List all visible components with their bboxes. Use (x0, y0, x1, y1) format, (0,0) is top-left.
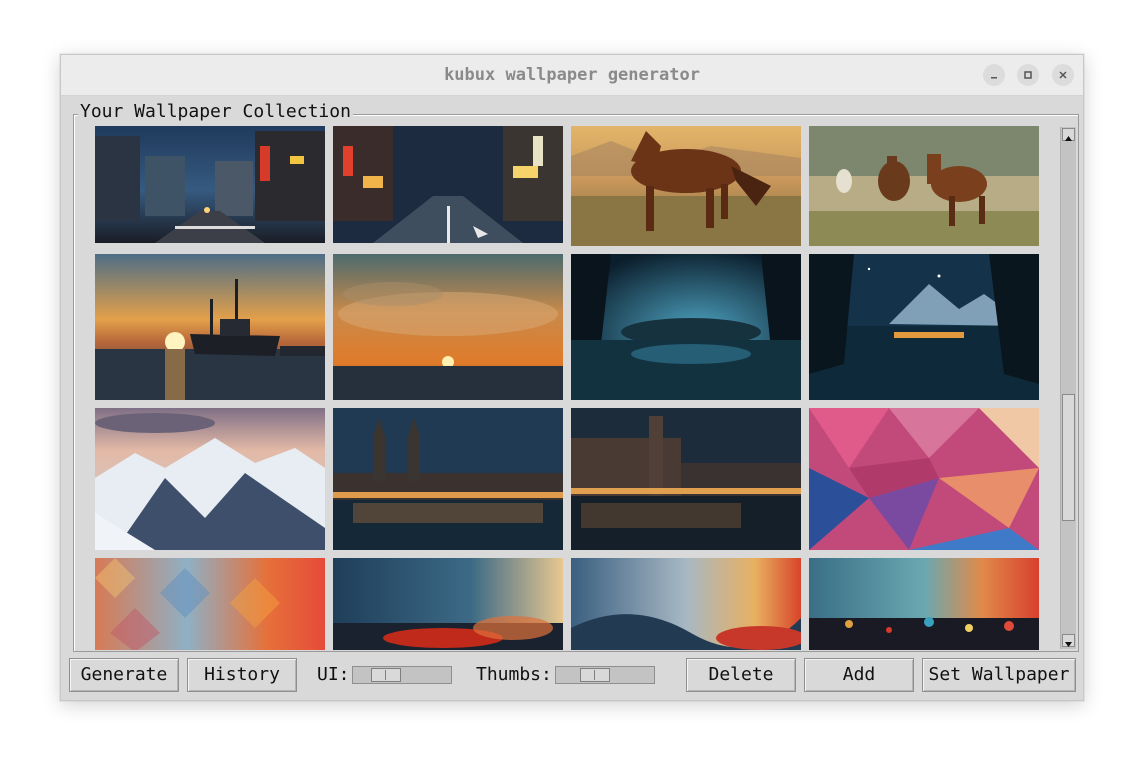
thumbnail-canal-city-night[interactable] (571, 408, 801, 550)
thumbnail-abstract-paint-warm[interactable] (571, 558, 801, 650)
set-wallpaper-button[interactable]: Set Wallpaper (922, 658, 1076, 692)
scrollbar-thumb[interactable] (1062, 394, 1075, 521)
arrow-up-icon (1065, 136, 1072, 141)
thumbnail-polygon-abstract[interactable] (809, 408, 1039, 550)
delete-button[interactable]: Delete (686, 658, 796, 692)
close-icon (1059, 71, 1067, 79)
thumbnail-geometric-pattern[interactable] (95, 558, 325, 650)
thumbnail-cloudy-sunset-sea[interactable] (333, 254, 563, 400)
arrow-down-icon (1065, 642, 1072, 647)
thumbnail-horses-galloping[interactable] (809, 126, 1039, 246)
minimize-icon (991, 77, 997, 79)
minimize-button[interactable] (983, 64, 1005, 86)
gallery-scrollbar[interactable] (1060, 127, 1076, 649)
thumbnail-night-lake-forest-1[interactable] (571, 254, 801, 400)
add-button[interactable]: Add (804, 658, 914, 692)
thumbnail-city-street-night-2[interactable] (333, 126, 563, 243)
thumbnail-city-street-night-1[interactable] (95, 126, 325, 243)
thumbnail-horse-running-sunset[interactable] (571, 126, 801, 246)
collection-label: Your Wallpaper Collection (78, 100, 353, 124)
wallpaper-gallery (95, 126, 1041, 650)
thumbs-size-slider[interactable] (555, 666, 655, 684)
maximize-button[interactable] (1017, 64, 1039, 86)
app-window: kubux wallpaper generator Your Wallpaper… (60, 54, 1084, 701)
scroll-up-button[interactable] (1062, 128, 1075, 141)
close-button[interactable] (1052, 64, 1074, 86)
thumbnail-snowy-mountains[interactable] (95, 408, 325, 550)
ui-scale-label: UI: (317, 664, 350, 685)
thumbs-size-slider-handle[interactable] (580, 668, 610, 682)
thumbnail-night-lake-mountains[interactable] (809, 254, 1039, 400)
generate-button[interactable]: Generate (69, 658, 179, 692)
scroll-down-button[interactable] (1062, 634, 1075, 647)
maximize-icon (1024, 71, 1032, 79)
thumbs-size-label: Thumbs: (476, 664, 552, 685)
thumbnail-cathedral-river-night[interactable] (333, 408, 563, 550)
ui-scale-slider[interactable] (352, 666, 452, 684)
thumbnail-ship-sunset[interactable] (95, 254, 325, 400)
thumbnail-abstract-splatter[interactable] (809, 558, 1039, 650)
thumbnail-abstract-paint-blue[interactable] (333, 558, 563, 650)
history-button[interactable]: History (187, 658, 297, 692)
title-bar: kubux wallpaper generator (61, 55, 1083, 96)
window-title: kubux wallpaper generator (444, 65, 700, 85)
ui-scale-slider-handle[interactable] (371, 668, 401, 682)
